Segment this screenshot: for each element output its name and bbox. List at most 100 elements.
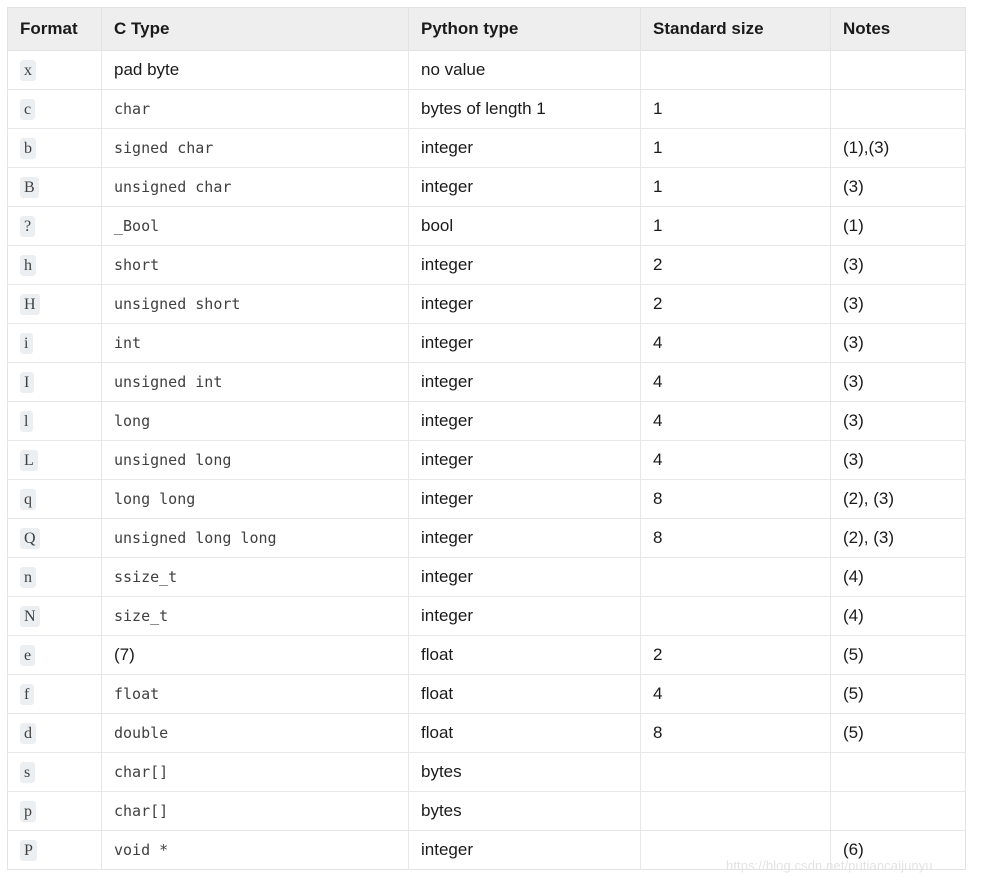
table-row: c char bytes of length 11 (7, 89, 966, 129)
table-row: d double float 8 (5) (7, 713, 966, 753)
column-header-notes: Notes (830, 7, 966, 51)
c-type-code: unsigned long (114, 450, 232, 469)
cell-python-type: integer (408, 362, 641, 402)
cell-c-type: unsigned short (101, 284, 409, 324)
c-type-code: size_t (114, 606, 169, 625)
cell-notes: (3) (830, 401, 966, 441)
table-row: Iunsigned int integer 4 (3) (7, 362, 966, 402)
cell-notes: (3) (830, 284, 966, 324)
cell-format: L (7, 440, 102, 480)
cell-python-type: bool (408, 206, 641, 246)
cell-notes: (2), (3) (830, 479, 966, 519)
cell-format: x (7, 50, 102, 90)
table-row: h short integer 2 (3) (7, 245, 966, 285)
cell-c-type: void * (101, 830, 409, 870)
format-code: H (20, 293, 40, 315)
cell-notes (830, 50, 966, 90)
format-code: N (20, 605, 40, 627)
cell-standard-size: 4 (640, 323, 831, 363)
cell-c-type: double (101, 713, 409, 753)
c-type-code: float (114, 684, 160, 703)
table-row: e (7) float 2 (5) (7, 635, 966, 675)
format-code: I (20, 371, 34, 393)
cell-format: b (7, 128, 102, 168)
cell-c-type: size_t (101, 596, 409, 636)
c-type-code: signed char (114, 138, 214, 157)
cell-format: P (7, 830, 102, 870)
table-row: l long integer 4 (3) (7, 401, 966, 441)
cell-standard-size: 1 (640, 206, 831, 246)
cell-format: l (7, 401, 102, 441)
table-row: Qunsigned long long integer 8 (2), (3) (7, 518, 966, 558)
cell-standard-size: 4 (640, 440, 831, 480)
c-type-code: void * (114, 840, 169, 859)
cell-standard-size: 8 (640, 518, 831, 558)
format-code: c (20, 98, 36, 120)
c-type-text: pad byte (114, 59, 180, 79)
table-row: Bunsigned char integer 1 (3) (7, 167, 966, 207)
cell-c-type: char[] (101, 752, 409, 792)
cell-format: i (7, 323, 102, 363)
cell-notes (830, 89, 966, 129)
format-code: l (20, 410, 33, 432)
cell-c-type: short (101, 245, 409, 285)
cell-python-type: integer (408, 557, 641, 597)
cell-standard-size (640, 830, 831, 870)
table-row: q long long integer 8 (2), (3) (7, 479, 966, 519)
cell-python-type: integer (408, 323, 641, 363)
format-code: e (20, 644, 36, 666)
cell-standard-size: 1 (640, 167, 831, 207)
table-body: x pad byte no value c char bytes of length 11… (7, 50, 966, 870)
cell-c-type: unsigned char (101, 167, 409, 207)
format-code: Q (20, 527, 40, 549)
table-row: Pvoid * integer (6) (7, 830, 966, 870)
table-row: Nsize_t integer (4) (7, 596, 966, 636)
c-type-text: (7) (114, 644, 135, 664)
format-code: b (20, 137, 37, 159)
struct-format-table-container: Format C Type Python type Standard size … (7, 7, 966, 870)
cell-standard-size: 4 (640, 674, 831, 714)
cell-python-type: integer (408, 128, 641, 168)
cell-notes: (1) (830, 206, 966, 246)
cell-standard-size: 4 (640, 401, 831, 441)
format-code: x (20, 59, 37, 81)
format-code: f (20, 683, 34, 705)
table-row: Lunsigned long integer 4 (3) (7, 440, 966, 480)
c-type-code: int (114, 333, 142, 352)
cell-python-type: integer (408, 596, 641, 636)
cell-c-type: char[] (101, 791, 409, 831)
cell-python-type: integer (408, 167, 641, 207)
cell-standard-size (640, 50, 831, 90)
table-row: b signed char integer 1 (1),(3) (7, 128, 966, 168)
cell-format: c (7, 89, 102, 129)
cell-python-type: float (408, 674, 641, 714)
cell-standard-size: 2 (640, 245, 831, 285)
table-row: Hunsigned short integer 2 (3) (7, 284, 966, 324)
cell-python-type: integer (408, 245, 641, 285)
c-type-code: long long (114, 489, 196, 508)
cell-python-type: integer (408, 440, 641, 480)
c-type-code: char[] (114, 801, 169, 820)
cell-python-type: float (408, 713, 641, 753)
format-code: d (20, 722, 37, 744)
cell-python-type: integer (408, 284, 641, 324)
c-type-code: long (114, 411, 151, 430)
format-code: p (20, 800, 37, 822)
cell-python-type: integer (408, 479, 641, 519)
c-type-code: short (114, 255, 160, 274)
cell-python-type: float (408, 635, 641, 675)
format-code: h (20, 254, 37, 276)
cell-c-type: unsigned long (101, 440, 409, 480)
cell-notes: (4) (830, 596, 966, 636)
column-header-c-type: C Type (101, 7, 409, 51)
column-header-format: Format (7, 7, 102, 51)
cell-standard-size: 8 (640, 713, 831, 753)
c-type-code: char[] (114, 762, 169, 781)
cell-format: h (7, 245, 102, 285)
c-type-code: unsigned long long (114, 528, 277, 547)
format-code: P (20, 839, 38, 861)
cell-c-type: long (101, 401, 409, 441)
cell-notes: (5) (830, 674, 966, 714)
cell-standard-size (640, 752, 831, 792)
c-type-code: unsigned int (114, 372, 223, 391)
